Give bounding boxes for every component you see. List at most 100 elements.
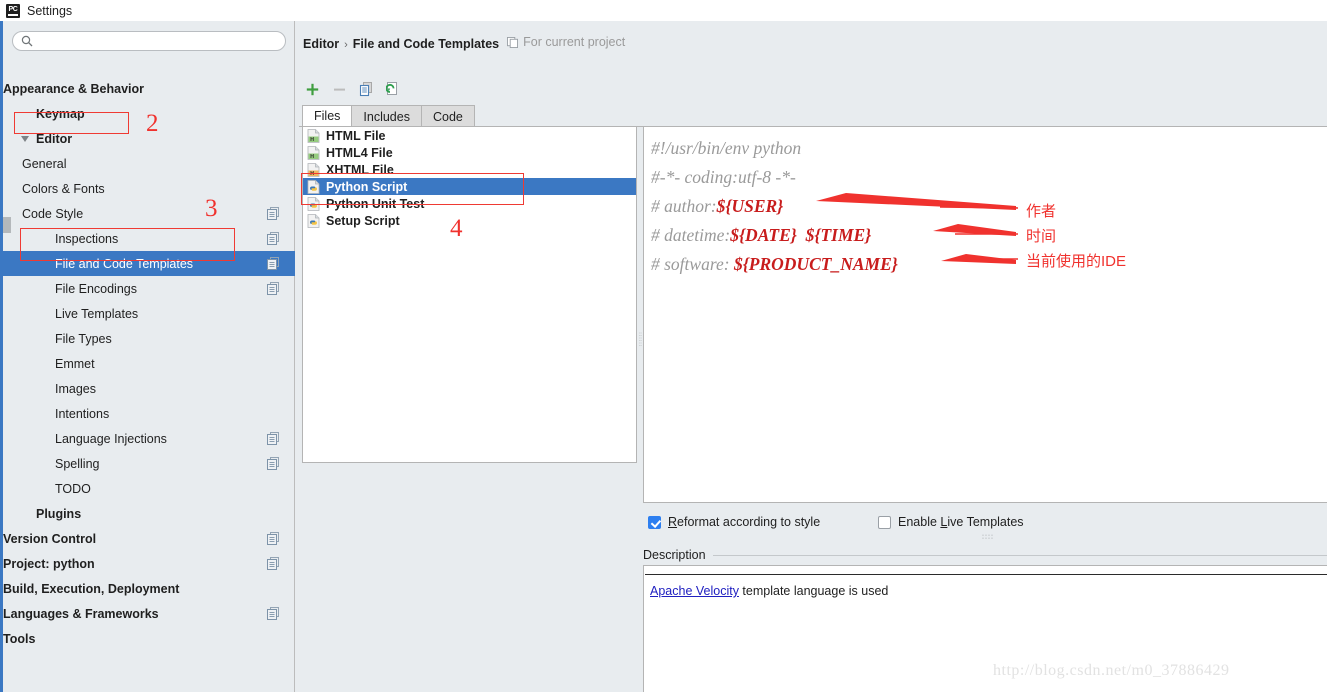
sidebar-item-emmet[interactable]: Emmet	[3, 351, 295, 376]
sidebar-item-general[interactable]: General	[3, 151, 1327, 692]
apache-velocity-link[interactable]: Apache Velocity	[650, 584, 739, 598]
watermark: http://blog.csdn.net/m0_37886429	[993, 662, 1230, 679]
template-name: HTML4 File	[326, 145, 393, 160]
sidebar-item-project-python[interactable]: Project: python	[3, 551, 1327, 692]
breadcrumb-separator-icon: ›	[344, 38, 348, 51]
sidebar-item-language-injections[interactable]: Language Injections	[3, 426, 295, 451]
pycharm-logo-text: PC	[8, 6, 18, 13]
sidebar-item-editor[interactable]: Editor	[3, 126, 295, 151]
copy-icon[interactable]	[267, 257, 280, 270]
code-line: #-*- coding:utf-8 -*-	[651, 163, 898, 192]
sidebar-item-colors-fonts[interactable]: Colors & Fonts	[3, 176, 1327, 692]
list-item[interactable]: H XHTML File	[303, 161, 636, 178]
minus-icon	[334, 88, 345, 91]
copy-icon[interactable]	[267, 557, 280, 570]
reformat-checkbox-row[interactable]: Reformat according to style	[648, 515, 820, 529]
live-templates-checkbox[interactable]	[878, 515, 891, 529]
sidebar-item-label: File Types	[55, 331, 112, 346]
sidebar-item-file-encodings[interactable]: File Encodings	[3, 276, 295, 301]
copy-icon[interactable]	[267, 232, 280, 245]
sidebar-item-languages-frameworks[interactable]: Languages & Frameworks	[3, 601, 1327, 692]
sidebar-item-label: File Encodings	[55, 281, 137, 296]
sidebar-item-label: Inspections	[55, 231, 119, 246]
copy-icon	[359, 81, 372, 96]
svg-text:H: H	[310, 171, 314, 177]
tab-code[interactable]: Code	[420, 105, 475, 127]
sidebar-item-spelling[interactable]: Spelling	[3, 451, 295, 476]
xhtml-file-icon: H	[307, 162, 320, 177]
reset-template-button[interactable]	[380, 78, 407, 100]
add-template-button[interactable]	[299, 78, 326, 100]
list-item[interactable]: Python Unit Test	[303, 195, 636, 212]
sidebar-item-build-execution-deployment[interactable]: Build, Execution, Deployment	[3, 576, 1327, 692]
list-item[interactable]: H HTML File	[303, 127, 636, 144]
copy-icon[interactable]	[267, 432, 280, 445]
code-line: #!/usr/bin/env python	[651, 134, 898, 163]
code-line: # author:${USER}	[651, 192, 898, 221]
sidebar-item-live-templates[interactable]: Live Templates	[3, 301, 295, 326]
sidebar-item-version-control[interactable]: Version Control	[3, 526, 1327, 692]
template-name: Python Unit Test	[326, 196, 425, 211]
copy-icon[interactable]	[267, 607, 280, 620]
template-code[interactable]: #!/usr/bin/env python #-*- coding:utf-8 -…	[651, 134, 898, 279]
sidebar-item-code-style[interactable]: Code Style	[3, 201, 1327, 692]
sidebar-item-label: Images	[55, 381, 96, 396]
sidebar-item-file-types[interactable]: File Types	[3, 326, 295, 351]
sidebar-item-label: Plugins	[36, 506, 82, 521]
sidebar-item-inspections[interactable]: Inspections	[3, 226, 295, 251]
description-rest: template language is used	[738, 584, 889, 598]
chevron-down-icon[interactable]	[21, 135, 29, 143]
copy-icon[interactable]	[267, 532, 280, 545]
templates-toolbar	[299, 77, 407, 101]
breadcrumb-parent[interactable]: Editor	[303, 37, 339, 51]
list-item[interactable]: Setup Script	[303, 212, 636, 229]
sidebar-item-label: Build, Execution, Deployment	[3, 581, 180, 596]
sidebar-item-label: Appearance & Behavior	[3, 81, 145, 96]
copy-icon[interactable]	[267, 282, 280, 295]
template-editor[interactable]: #!/usr/bin/env python #-*- coding:utf-8 -…	[643, 126, 1327, 503]
code-text: # datetime:	[651, 225, 731, 245]
reformat-label-text: eformat according to style	[677, 515, 821, 529]
copy-icon	[507, 36, 519, 48]
tab-includes[interactable]: Includes	[351, 105, 422, 127]
code-text: #!/usr/bin/env python	[651, 138, 802, 158]
description-top-rule	[645, 574, 1327, 575]
list-item[interactable]: Python Script	[303, 178, 636, 195]
sidebar-item-images[interactable]: Images	[3, 376, 295, 401]
template-list[interactable]: H HTML File H HTML4 File H XHTML File Python S…	[302, 126, 637, 463]
copy-icon[interactable]	[267, 207, 280, 220]
remove-template-button[interactable]	[326, 78, 353, 100]
sidebar-item-label: Version Control	[3, 531, 97, 546]
copy-icon[interactable]	[267, 457, 280, 470]
live-templates-checkbox-row[interactable]: Enable Live Templates	[878, 515, 1024, 529]
sidebar-item-keymap[interactable]: Keymap	[3, 101, 295, 126]
window-title: Settings	[27, 3, 73, 18]
tab-files[interactable]: Files	[302, 105, 353, 127]
sidebar-item-intentions[interactable]: Intentions	[3, 401, 295, 426]
sidebar-item-todo[interactable]: TODO	[3, 476, 295, 501]
code-line: # datetime:${DATE} ${TIME}	[651, 221, 898, 250]
settings-sidebar: Appearance & Behavior Keymap Editor General…	[0, 21, 1327, 692]
resize-grip-icon[interactable]	[982, 534, 994, 540]
sidebar-item-appearance-behavior[interactable]: Appearance & Behavior	[3, 76, 1327, 692]
html-file-icon: H	[307, 128, 320, 143]
template-name: Setup Script	[326, 213, 400, 228]
reformat-checkbox[interactable]	[648, 515, 661, 529]
sidebar-item-file-and-code-templates[interactable]: File and Code Templates	[3, 251, 295, 276]
tab-label: Files	[314, 109, 341, 123]
search-input[interactable]	[12, 31, 286, 51]
sidebar-item-label: TODO	[55, 481, 91, 496]
sidebar-item-tools[interactable]: Tools	[3, 626, 1327, 692]
pycharm-logo-icon: PC	[6, 3, 20, 18]
title-bar: PC Settings	[0, 0, 1327, 21]
live-templates-prefix: Enable	[898, 515, 941, 529]
list-item[interactable]: H HTML4 File	[303, 144, 636, 161]
code-variable: ${PRODUCT_NAME}	[733, 254, 898, 274]
copy-template-button[interactable]	[353, 78, 380, 100]
sidebar-item-plugins[interactable]: Plugins	[3, 501, 295, 526]
